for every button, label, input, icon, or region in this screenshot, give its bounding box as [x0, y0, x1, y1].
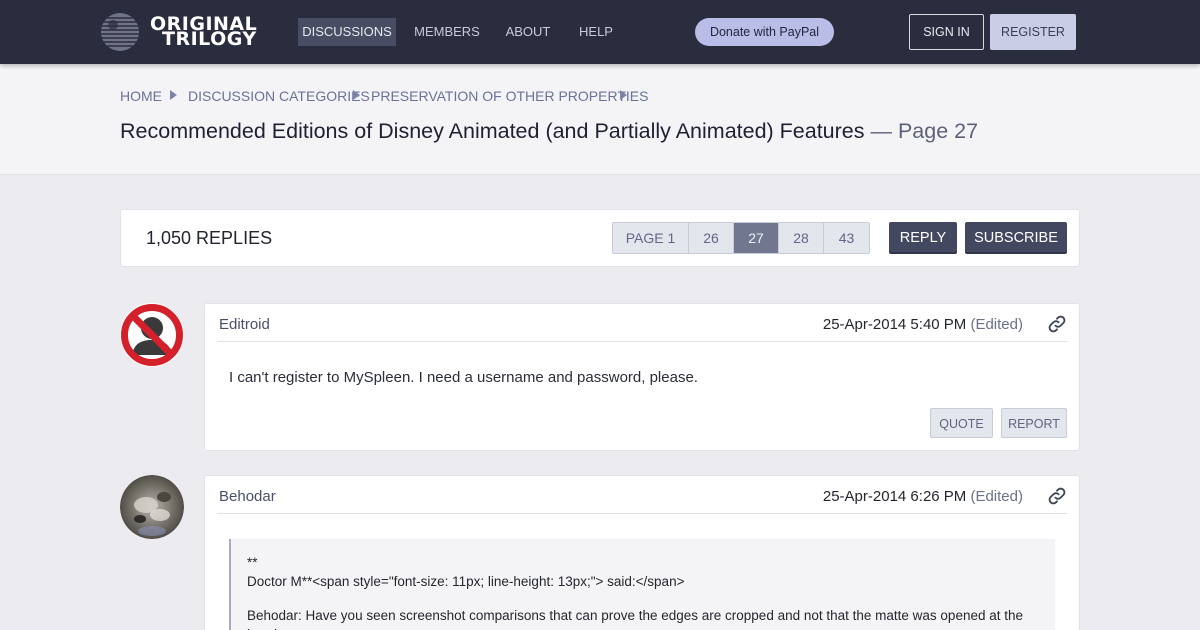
- post-editroid: Editroid 25-Apr-2014 5:40 PM (Edited) I …: [204, 303, 1080, 451]
- post-author[interactable]: Editroid: [219, 316, 270, 333]
- subscribe-button[interactable]: SUBSCRIBE: [965, 222, 1067, 254]
- user-photo-avatar: [120, 475, 184, 539]
- death-star-icon: [101, 13, 139, 51]
- page-link-first[interactable]: PAGE 1: [613, 223, 689, 253]
- quote-line: **: [247, 555, 258, 570]
- breadcrumb-arrow-icon: [353, 90, 360, 100]
- nav-help[interactable]: HELP: [570, 18, 622, 46]
- post-edited-flag: (Edited): [970, 488, 1023, 505]
- reply-button[interactable]: REPLY: [889, 222, 957, 254]
- post-header: Behodar 25-Apr-2014 6:26 PM (Edited): [217, 476, 1067, 514]
- report-button[interactable]: REPORT: [1001, 408, 1067, 438]
- post-timestamp: 25-Apr-2014 5:40 PM (Edited): [823, 316, 1023, 333]
- post-header: Editroid 25-Apr-2014 5:40 PM (Edited): [217, 304, 1067, 342]
- thread-title: Recommended Editions of Disney Animated …: [120, 119, 865, 143]
- post-author[interactable]: Behodar: [219, 488, 276, 505]
- blockquote: ** Doctor M**<span style="font-size: 11p…: [229, 539, 1055, 630]
- donate-paypal-button[interactable]: Donate with PayPal: [695, 18, 834, 46]
- quote-text: Behodar: Have you seen screenshot compar…: [247, 608, 1023, 623]
- nav-members[interactable]: MEMBERS: [408, 18, 486, 46]
- permalink-icon[interactable]: [1047, 314, 1067, 334]
- breadcrumb-arrow-icon: [170, 90, 177, 100]
- page-link-last[interactable]: 43: [824, 223, 869, 253]
- nav-discussions[interactable]: DISCUSSIONS: [298, 18, 396, 46]
- thread-toolbar: 1,050 REPLIES PAGE 1 26 27 28 43 REPLY S…: [120, 209, 1080, 267]
- post-edited-flag: (Edited): [970, 316, 1023, 333]
- sign-in-button[interactable]: SIGN IN: [909, 14, 984, 50]
- permalink-icon[interactable]: [1047, 486, 1067, 506]
- quote-attribution: Doctor M**<span style="font-size: 11px; …: [247, 574, 685, 589]
- nav-about[interactable]: ABOUT: [498, 18, 558, 46]
- breadcrumb-home[interactable]: HOME: [120, 88, 162, 104]
- no-avatar-icon: [120, 303, 184, 367]
- page-link-current[interactable]: 27: [734, 223, 779, 253]
- breadcrumb-arrow-icon: [620, 90, 627, 100]
- page-header: HOME DISCUSSION CATEGORIES PRESERVATION …: [0, 64, 1200, 175]
- quote-text-continued: head: [247, 625, 1039, 630]
- breadcrumb-discussion-categories[interactable]: DISCUSSION CATEGORIES: [188, 88, 370, 104]
- page-link-28[interactable]: 28: [779, 223, 824, 253]
- avatar-editroid[interactable]: [120, 303, 184, 367]
- page-title: Recommended Editions of Disney Animated …: [120, 119, 978, 144]
- page-number-subtitle: — Page 27: [864, 119, 979, 143]
- post-body: I can't register to MySpleen. I need a u…: [229, 369, 698, 386]
- register-button[interactable]: REGISTER: [990, 14, 1076, 50]
- site-logo[interactable]: ORIGINAL TRILOGY: [100, 11, 272, 53]
- quote-button[interactable]: QUOTE: [930, 408, 993, 438]
- logo-line-2: TRILOGY: [162, 28, 257, 50]
- post-date: 25-Apr-2014 6:26 PM: [822, 488, 967, 505]
- page-link-26[interactable]: 26: [689, 223, 734, 253]
- top-navigation-bar: ORIGINAL TRILOGY DISCUSSIONS MEMBERS ABO…: [0, 0, 1200, 64]
- reply-count: 1,050 REPLIES: [146, 228, 273, 248]
- logo-wordmark: ORIGINAL TRILOGY: [150, 15, 257, 50]
- pagination: PAGE 1 26 27 28 43: [612, 222, 870, 254]
- avatar-behodar[interactable]: [120, 475, 184, 539]
- post-timestamp: 25-Apr-2014 6:26 PM (Edited): [823, 488, 1023, 505]
- breadcrumb-preservation[interactable]: PRESERVATION OF OTHER PROPERTIES: [371, 88, 648, 104]
- post-behodar: Behodar 25-Apr-2014 6:26 PM (Edited) ** …: [204, 475, 1080, 630]
- post-date: 25-Apr-2014 5:40 PM: [822, 316, 967, 333]
